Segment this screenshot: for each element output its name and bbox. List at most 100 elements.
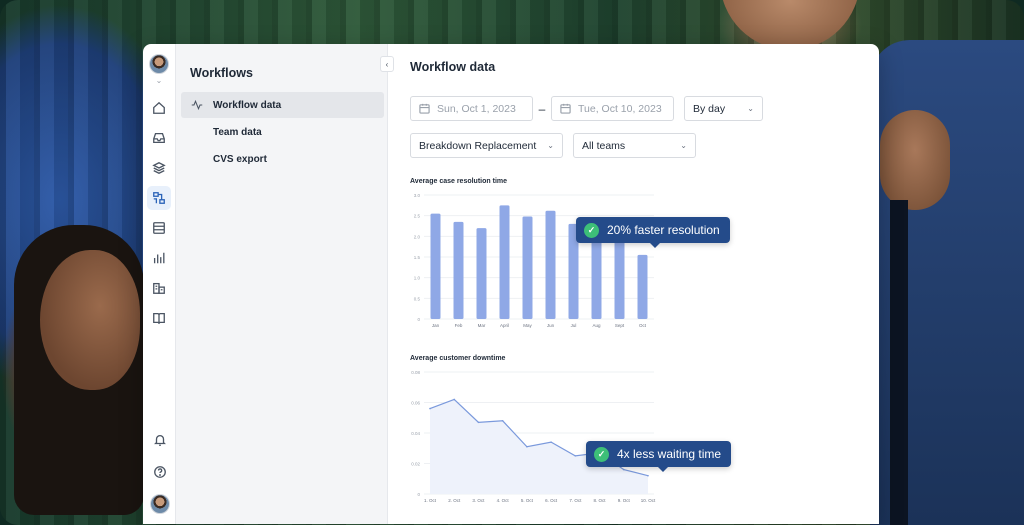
callout-text: 20% faster resolution <box>607 223 720 237</box>
inbox-icon[interactable] <box>147 126 171 150</box>
breakdown-value: Breakdown Replacement <box>419 140 536 152</box>
data-point <box>623 469 625 471</box>
x-tick-label: 2. Oct <box>448 498 461 503</box>
downtime-chart: Average customer downtime 00.020.040.060… <box>410 355 670 517</box>
x-tick-label: Jul <box>571 323 577 328</box>
sidebar-title: Workflows <box>190 66 387 86</box>
x-tick-label: Jun <box>547 323 555 328</box>
waiting-callout: ✓ 4x less waiting time <box>586 441 731 467</box>
resolution-chart: Average case resolution time 00.51.01.52… <box>410 178 660 350</box>
x-tick-label: 4. Oct <box>497 498 510 503</box>
calendar-icon <box>560 103 571 114</box>
y-tick-label: 1.0 <box>414 276 421 281</box>
workflows-sidebar: ‹ Workflows Workflow data Team data CVS … <box>176 44 388 524</box>
bar <box>523 216 533 319</box>
x-tick-label: April <box>500 323 509 328</box>
x-tick-label: 1. Oct <box>424 498 437 503</box>
x-tick-label: Aug <box>592 323 601 328</box>
bar <box>500 205 510 319</box>
teams-select[interactable]: All teams ⌄ <box>573 133 696 158</box>
group-by-value: By day <box>693 103 725 115</box>
chevron-down-icon: ⌄ <box>547 141 554 150</box>
data-point <box>453 399 455 401</box>
x-tick-label: 5. Oct <box>521 498 534 503</box>
y-tick-label: 0.06 <box>411 401 420 406</box>
x-tick-label: Jan <box>432 323 440 328</box>
check-icon: ✓ <box>584 223 599 238</box>
bar <box>477 228 487 319</box>
y-tick-label: 0.02 <box>411 462 420 467</box>
x-tick-label: May <box>523 323 532 328</box>
start-date-value: Sun, Oct 1, 2023 <box>437 103 516 115</box>
workflow-icon[interactable] <box>147 186 171 210</box>
page-title: Workflow data <box>410 60 879 80</box>
building-icon[interactable] <box>147 276 171 300</box>
sidebar-item-cvs-export[interactable]: CVS export <box>181 146 384 172</box>
data-point <box>526 446 528 448</box>
user-avatar[interactable] <box>150 494 170 514</box>
x-tick-label: Feb <box>455 323 463 328</box>
bar <box>454 222 464 319</box>
y-tick-label: 0.04 <box>411 431 420 436</box>
sidebar-item-team-data[interactable]: Team data <box>181 119 384 145</box>
resolution-bar-chart: 00.51.01.52.02.53.0JanFebMarAprilMayJunJ… <box>410 185 660 345</box>
icon-rail: ⌄ <box>143 44 176 524</box>
sidebar-item-workflow-data[interactable]: Workflow data <box>181 92 384 118</box>
resolution-callout: ✓ 20% faster resolution <box>576 217 730 243</box>
x-tick-label: 9. Oct <box>618 498 631 503</box>
bar <box>638 255 648 319</box>
data-point <box>647 475 649 477</box>
downtime-area-chart: 0 0.02 0.04 0.06 0.08 1. Oct 2. Oct 3. Oct 4. Oc… <box>410 362 670 512</box>
data-point <box>502 420 504 422</box>
calendar-icon <box>419 103 430 114</box>
book-icon[interactable] <box>147 306 171 330</box>
bar-chart-icon[interactable] <box>147 246 171 270</box>
app-window: ⌄ <box>143 44 879 524</box>
breakdown-select[interactable]: Breakdown Replacement ⌄ <box>410 133 563 158</box>
list-icon[interactable] <box>147 216 171 240</box>
x-tick-label: 3. Oct <box>472 498 485 503</box>
data-point <box>575 455 577 457</box>
x-tick-label: 6. Oct <box>545 498 558 503</box>
start-date-field[interactable]: Sun, Oct 1, 2023 <box>410 96 533 121</box>
y-tick-label: 0.08 <box>411 370 420 375</box>
bar <box>546 211 556 319</box>
x-tick-label: Oct <box>639 323 647 328</box>
sidebar-item-label: CVS export <box>213 154 267 165</box>
date-separator: – <box>533 102 551 116</box>
y-tick-label: 0 <box>417 492 420 497</box>
data-point <box>429 408 431 410</box>
data-point <box>478 422 480 424</box>
x-tick-label: 10. Oct <box>641 498 656 503</box>
y-tick-label: 0 <box>417 317 420 322</box>
y-tick-label: 3.0 <box>414 193 421 198</box>
activity-icon <box>191 99 203 111</box>
end-date-field[interactable]: Tue, Oct 10, 2023 <box>551 96 674 121</box>
chart-title: Average case resolution time <box>410 178 660 185</box>
y-tick-label: 1.5 <box>414 255 421 260</box>
teams-value: All teams <box>582 140 625 152</box>
x-tick-label: Sept <box>615 323 625 328</box>
group-by-select[interactable]: By day ⌄ <box>684 96 763 121</box>
bar <box>431 214 441 319</box>
chevron-down-icon: ⌄ <box>680 141 687 150</box>
chart-title: Average customer downtime <box>410 355 670 362</box>
bar <box>615 238 625 319</box>
chevron-down-icon[interactable]: ⌄ <box>156 76 163 90</box>
sidebar-item-label: Team data <box>213 127 262 138</box>
help-icon[interactable] <box>148 460 172 484</box>
bell-icon[interactable] <box>148 428 172 452</box>
data-point <box>550 441 552 443</box>
collapse-sidebar-button[interactable]: ‹ <box>380 56 394 72</box>
layers-icon[interactable] <box>147 156 171 180</box>
sidebar-item-label: Workflow data <box>213 100 281 111</box>
callout-text: 4x less waiting time <box>617 447 721 461</box>
x-tick-label: Mar <box>478 323 486 328</box>
workspace-avatar[interactable] <box>149 54 169 74</box>
y-tick-label: 2.0 <box>414 234 421 239</box>
chevron-down-icon: ⌄ <box>747 104 754 113</box>
home-icon[interactable] <box>147 96 171 120</box>
check-icon: ✓ <box>594 447 609 462</box>
end-date-value: Tue, Oct 10, 2023 <box>578 103 662 115</box>
x-tick-label: 7. Oct <box>569 498 582 503</box>
